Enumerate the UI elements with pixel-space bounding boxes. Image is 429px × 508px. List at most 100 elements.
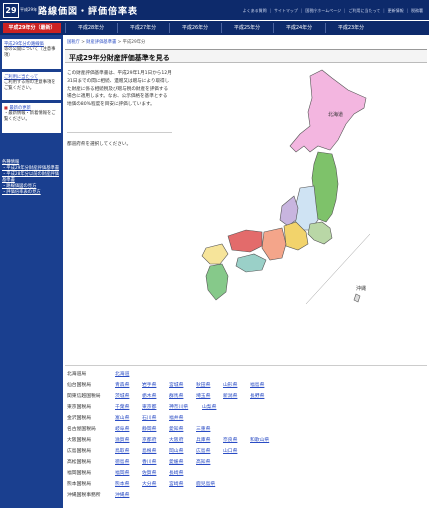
region-name: 大阪国税局 <box>67 438 91 443</box>
map-region-fukuoka[interactable] <box>201 243 229 265</box>
prefecture-link[interactable]: 群馬県 <box>169 392 183 399</box>
prefecture-link[interactable]: 岡山県 <box>169 447 183 454</box>
region-name: 北海道局 <box>67 372 87 377</box>
prefecture-link[interactable]: 山形県 <box>223 381 237 388</box>
prefecture-link[interactable]: 香川県 <box>142 458 156 465</box>
tab-h23[interactable]: 平成23年分 <box>325 23 376 33</box>
prefecture-link[interactable]: 青森県 <box>115 381 129 388</box>
prefecture-link[interactable]: 和歌山県 <box>250 436 269 443</box>
page-title: 平成29年分財産評価基準を見る <box>69 54 170 62</box>
prefecture-link[interactable]: 石川県 <box>142 414 156 421</box>
prefecture-link[interactable]: 神奈川県 <box>169 403 188 410</box>
sidebar-info-link[interactable]: ・平成28年分以前の財産評価基準書 <box>2 172 61 184</box>
tab-h26[interactable]: 平成26年分 <box>169 23 220 33</box>
region-name: 金沢国税局 <box>67 416 91 421</box>
tab-h24[interactable]: 平成24年分 <box>273 23 324 33</box>
map-region-hiroshima[interactable] <box>227 229 263 253</box>
sidebar-text-latest: ・最新情報・新着情報をご覧ください。 <box>4 111 56 122</box>
prefecture-link[interactable]: 茨城県 <box>115 392 129 399</box>
prefecture-link[interactable]: 愛知県 <box>169 425 183 432</box>
brand-year: 平成29年 <box>20 7 38 12</box>
tab-h25[interactable]: 平成25年分 <box>221 23 272 33</box>
prefecture-link[interactable]: 東京都 <box>142 403 156 410</box>
prefecture-link[interactable]: 鳥取県 <box>115 447 129 454</box>
sidebar-text-usage: ご利用する際の注意事項をご覧ください。 <box>4 80 56 91</box>
region-row: 名古屋国税局 岐阜県 静岡県 愛知県 三重県 <box>67 425 427 435</box>
prefecture-link[interactable]: 三重県 <box>196 425 210 432</box>
tab-h27[interactable]: 平成27年分 <box>117 23 168 33</box>
prefecture-link[interactable]: 富山県 <box>115 414 129 421</box>
region-name: 関東信越国税局 <box>67 394 101 399</box>
prefecture-link[interactable]: 福井県 <box>169 414 183 421</box>
nav-sitemap[interactable]: サイトマップ <box>274 8 298 14</box>
sidebar: 平成29年分の路線価 等の公開について（注意事項） ご利用に当たって ご利用する… <box>0 35 63 508</box>
prefecture-link[interactable]: 新潟県 <box>223 392 237 399</box>
prefecture-link[interactable]: 栃木県 <box>142 392 156 399</box>
prefecture-link[interactable]: 千葉県 <box>115 403 129 410</box>
prefecture-link[interactable]: 滋賀県 <box>115 436 129 443</box>
prefecture-link[interactable]: 島根県 <box>142 447 156 454</box>
prefecture-link[interactable]: 大阪府 <box>169 436 183 443</box>
map-region-takamatsu[interactable] <box>235 253 267 273</box>
prefecture-link[interactable]: 福岡県 <box>115 469 129 476</box>
site-logo[interactable]: 29 <box>3 3 19 18</box>
region-row: 熊本国税局 熊本県 大分県 宮崎県 鹿児島県 <box>67 480 427 490</box>
prefecture-link[interactable]: 長野県 <box>250 392 264 399</box>
prefecture-link[interactable]: 広島県 <box>196 447 210 454</box>
prefecture-link[interactable]: 長崎県 <box>169 469 183 476</box>
prefecture-link[interactable]: 北海道 <box>115 370 129 377</box>
tab-h28[interactable]: 平成28年分 <box>65 23 116 33</box>
site-title[interactable]: 路線価図・評価倍率表 <box>38 4 138 17</box>
sidebar-info-link[interactable]: ・評価倍率表の見方 <box>2 190 61 196</box>
region-row: 金沢国税局 富山県 石川県 福井県 <box>67 414 427 424</box>
region-row: 仙台国税局 青森県 岩手県 宮城県 秋田県 山形県 福島県 <box>67 381 427 391</box>
region-row: 関東信越国税局 茨城県 栃木県 群馬県 埼玉県 新潟県 長野県 <box>67 392 427 402</box>
prefecture-link[interactable]: 宮崎県 <box>169 480 183 487</box>
prefecture-link[interactable]: 京都府 <box>142 436 156 443</box>
prefecture-link[interactable]: 宮城県 <box>169 381 183 388</box>
map-region-osaka[interactable] <box>261 227 287 261</box>
prefecture-link[interactable]: 徳島県 <box>115 458 129 465</box>
nav-faq[interactable]: よくある質問 <box>243 8 267 14</box>
map-region-hokkaido[interactable] <box>289 69 367 153</box>
nav-usage[interactable]: ご利用に当たって <box>348 8 380 14</box>
prefecture-link[interactable]: 山口県 <box>223 447 237 454</box>
breadcrumb-item[interactable]: 国税庁 <box>67 40 80 45</box>
breadcrumb-item[interactable]: 財産評価基準書 <box>86 40 116 45</box>
region-name: 高松国税局 <box>67 460 91 465</box>
prefecture-link[interactable]: 兵庫県 <box>196 436 210 443</box>
map-region-okinawa[interactable] <box>353 293 361 303</box>
prefecture-link[interactable]: 佐賀県 <box>142 469 156 476</box>
sidebar-box-usage: ご利用に当たって ご利用する際の注意事項をご覧ください。 <box>2 72 61 100</box>
nav-updates[interactable]: 更新情報 <box>388 8 404 14</box>
prefecture-link[interactable]: 大分県 <box>142 480 156 487</box>
region-row: 大阪国税局 滋賀県 京都府 大阪府 兵庫県 奈良県 和歌山県 <box>67 436 427 446</box>
sidebar-box-announcement: 平成29年分の路線価 等の公開について（注意事項） <box>2 39 61 69</box>
nav-nta-home[interactable]: 国税庁ホームページ <box>305 8 341 14</box>
prefecture-link[interactable]: 奈良県 <box>223 436 237 443</box>
prefecture-link[interactable]: 沖縄県 <box>115 491 129 498</box>
section-header: 平成29年分財産評価基準を見る <box>65 49 427 63</box>
divider <box>65 365 427 366</box>
prefecture-link[interactable]: 岩手県 <box>142 381 156 388</box>
prefecture-link[interactable]: 秋田県 <box>196 381 210 388</box>
map-region-kumamoto[interactable] <box>205 263 229 301</box>
tab-h29[interactable]: 平成29年分（最新） <box>3 23 61 33</box>
bullet-icon: ■ <box>4 105 8 110</box>
prefecture-link[interactable]: 岐阜県 <box>115 425 129 432</box>
nav-tax-office[interactable]: 税務署 <box>411 8 423 14</box>
prefecture-link[interactable]: 山梨県 <box>202 403 216 410</box>
map-label-okinawa: 沖縄 <box>356 285 366 292</box>
map-region-tokyo[interactable] <box>307 221 333 245</box>
select-prefecture-note: 都道府県を選択してください。 <box>67 142 132 147</box>
prefecture-link[interactable]: 福島県 <box>250 381 264 388</box>
prefecture-link[interactable]: 鹿児島県 <box>196 480 215 487</box>
prefecture-link[interactable]: 埼玉県 <box>196 392 210 399</box>
prefecture-link[interactable]: 静岡県 <box>142 425 156 432</box>
divider <box>67 132 172 133</box>
prefecture-link[interactable]: 愛媛県 <box>169 458 183 465</box>
prefecture-link[interactable]: 高知県 <box>196 458 210 465</box>
prefecture-link[interactable]: 熊本県 <box>115 480 129 487</box>
okinawa-divider-line <box>305 233 370 305</box>
region-row: 東京国税局 千葉県 東京都 神奈川県 山梨県 <box>67 403 427 413</box>
